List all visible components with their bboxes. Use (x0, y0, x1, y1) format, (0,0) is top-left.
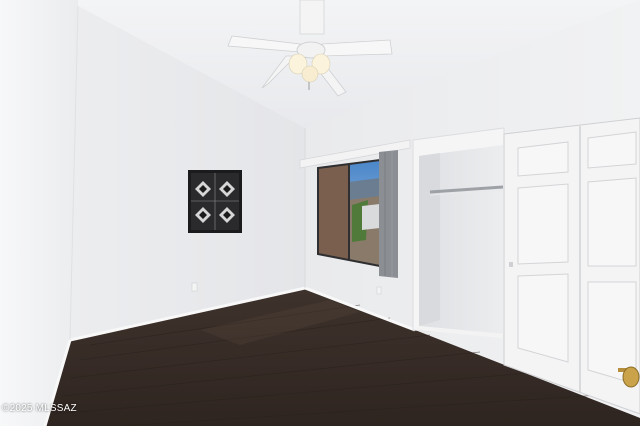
closet (412, 127, 505, 338)
outlet (191, 282, 198, 292)
closet-door (503, 117, 640, 415)
bedroom-photo: ©2025 MLSSAZ (0, 0, 640, 426)
framed-quilt-art-icon (188, 170, 242, 233)
room-illustration (0, 0, 640, 426)
watermark-text: ©2025 MLSSAZ (2, 403, 77, 414)
outlet-right (376, 286, 382, 295)
